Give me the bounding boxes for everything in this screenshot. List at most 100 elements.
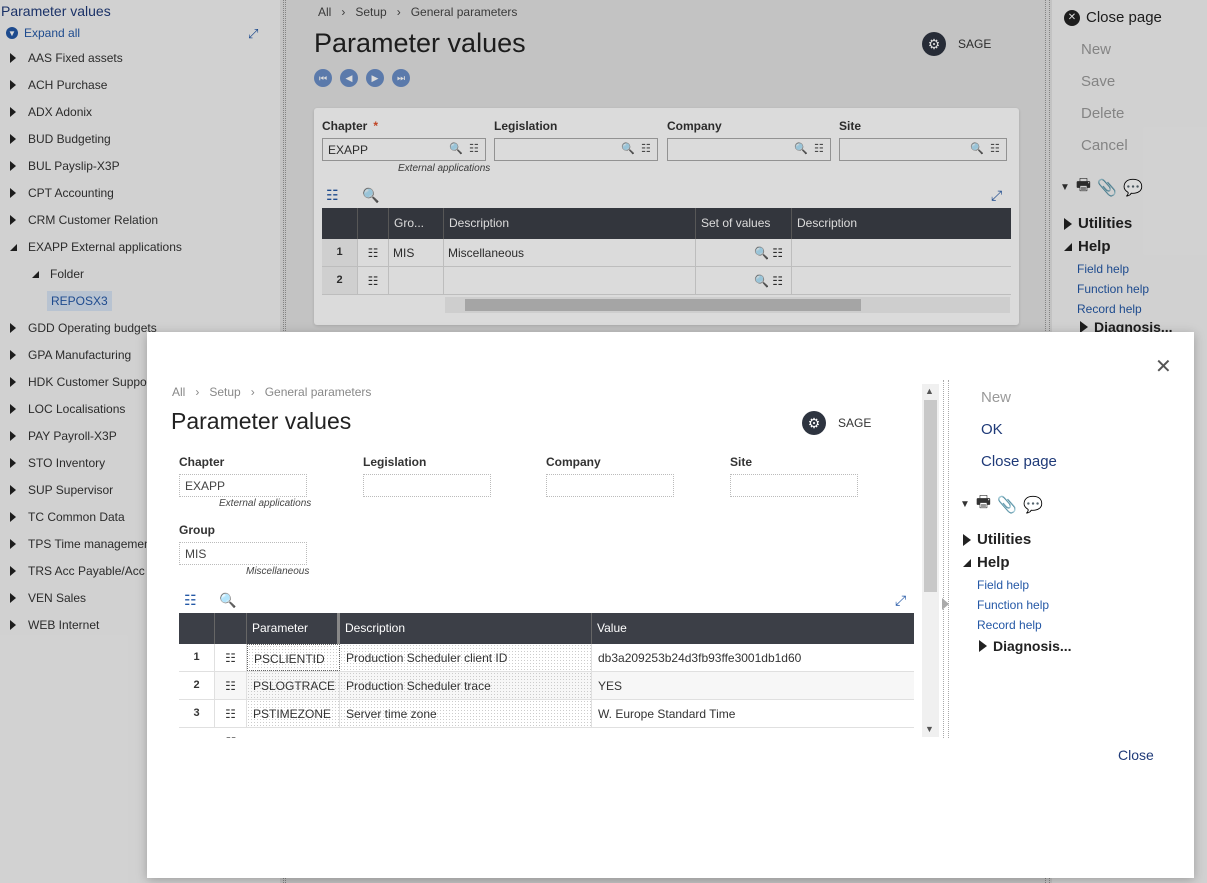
function-help-link[interactable]: Function help — [977, 598, 1049, 612]
scrollbar-thumb[interactable] — [465, 299, 861, 311]
row-detail-icon[interactable]: ☷ — [358, 239, 389, 266]
list-icon[interactable]: ☷ — [990, 142, 1000, 155]
utilities-section[interactable]: Utilities — [963, 531, 1031, 548]
tree-item[interactable]: ACH Purchase — [0, 75, 107, 95]
collapse-arrow-icon[interactable] — [942, 598, 949, 610]
field-help-link[interactable]: Field help — [1077, 262, 1129, 276]
breadcrumb-item[interactable]: Setup — [209, 385, 240, 399]
legislation-field[interactable]: 🔍 ☷ — [494, 138, 658, 161]
breadcrumb-item[interactable]: All — [172, 385, 185, 399]
tree-item[interactable]: BUL Payslip-X3P — [0, 156, 120, 176]
table-options-icon[interactable]: ☷ — [184, 592, 197, 609]
tree-item[interactable]: Folder — [0, 264, 84, 284]
grid-header-cell[interactable]: Description — [444, 208, 696, 239]
tree-item[interactable]: WEB Internet — [0, 615, 99, 635]
help-section[interactable]: Help — [963, 554, 1010, 571]
group-cell[interactable]: MIS — [389, 239, 444, 266]
set-of-values-cell[interactable]: 🔍 ☷ — [696, 239, 792, 266]
maximize-icon[interactable]: ⤢ — [895, 592, 906, 609]
table-options-icon[interactable]: ☷ — [326, 187, 339, 204]
field-help-link[interactable]: Field help — [977, 578, 1029, 592]
attachment-icon[interactable]: 📎 — [1097, 178, 1117, 198]
record-help-link[interactable]: Record help — [1077, 302, 1142, 316]
breadcrumb-item[interactable]: Setup — [355, 5, 386, 19]
set-of-values-cell[interactable]: 🔍 ☷ — [696, 267, 792, 294]
scrollbar-thumb[interactable] — [924, 400, 937, 592]
tree-item[interactable]: PAY Payroll-X3P — [0, 426, 117, 446]
parameter-cell[interactable]: PSTIMEZONE — [247, 700, 340, 727]
tree-item[interactable]: GPA Manufacturing — [0, 345, 131, 365]
diagnosis-section[interactable]: Diagnosis... — [979, 638, 1072, 654]
last-record-icon[interactable]: ⏭ — [392, 69, 410, 87]
grid-header-cell[interactable]: Gro... — [389, 208, 444, 239]
tree-item[interactable]: SUP Supervisor — [0, 480, 113, 500]
description-cell[interactable]: Production Scheduler client ID — [340, 644, 592, 671]
parameter-cell[interactable]: PSLOGTRACE — [247, 672, 340, 699]
group-cell[interactable] — [389, 267, 444, 294]
description-cell[interactable]: Production Scheduler trace — [340, 672, 592, 699]
function-help-link[interactable]: Function help — [1077, 282, 1149, 296]
maximize-icon[interactable]: ⤢ — [248, 26, 258, 42]
tree-item[interactable]: CPT Accounting — [0, 183, 114, 203]
row-detail-icon[interactable]: ☷ — [215, 672, 247, 699]
tree-item[interactable]: VEN Sales — [0, 588, 86, 608]
record-help-link[interactable]: Record help — [977, 618, 1042, 632]
tree-item[interactable]: LOC Localisations — [0, 399, 125, 419]
search-icon[interactable]: 🔍 — [970, 142, 984, 155]
previous-record-icon[interactable]: ◀ — [340, 69, 358, 87]
first-record-icon[interactable]: ⏮ — [314, 69, 332, 87]
grid-header-cell[interactable]: Description — [340, 613, 592, 644]
tree-item[interactable]: ADX Adonix — [0, 102, 92, 122]
search-icon[interactable]: 🔍 — [362, 187, 379, 204]
panel-splitter[interactable] — [942, 380, 949, 738]
search-icon[interactable]: 🔍 — [219, 592, 236, 609]
description2-cell[interactable] — [792, 267, 1011, 294]
row-detail-icon[interactable]: ☷ — [215, 728, 247, 738]
utilities-section[interactable]: Utilities — [1064, 215, 1132, 232]
vertical-scrollbar[interactable]: ▲ ▼ — [922, 384, 939, 737]
scroll-down-icon[interactable]: ▼ — [925, 724, 934, 734]
ok-button[interactable]: OK — [981, 421, 1003, 438]
tree-item[interactable]: HDK Customer Support — [0, 372, 154, 392]
print-icon[interactable]: 🖶 — [976, 491, 991, 518]
company-field[interactable]: 🔍 ☷ — [667, 138, 831, 161]
tree-item[interactable]: TPS Time management — [0, 534, 154, 554]
list-icon[interactable]: ☷ — [814, 142, 824, 155]
maximize-icon[interactable]: ⤢ — [991, 187, 1002, 204]
breadcrumb-item[interactable]: General parameters — [411, 5, 518, 19]
tree-item[interactable]: BUD Budgeting — [0, 129, 111, 149]
site-field[interactable]: 🔍 ☷ — [839, 138, 1007, 161]
row-detail-icon[interactable]: ☷ — [215, 700, 247, 727]
grid-header-cell[interactable]: Value — [592, 613, 914, 644]
value-cell[interactable]: YES — [592, 672, 914, 699]
close-page-button[interactable]: ✕ Close page — [1064, 9, 1162, 26]
table-row[interactable]: 2 ☷ PSLOGTRACE Production Scheduler trac… — [179, 672, 914, 700]
table-row[interactable]: ☷ — [179, 728, 914, 738]
next-record-icon[interactable]: ▶ — [366, 69, 384, 87]
close-icon[interactable]: ✕ — [1155, 354, 1172, 379]
grid-header-cell[interactable]: Description — [792, 208, 1011, 239]
row-detail-icon[interactable]: ☷ — [215, 644, 247, 671]
scroll-up-icon[interactable]: ▲ — [925, 386, 934, 396]
tree-item[interactable]: TC Common Data — [0, 507, 125, 527]
tree-item-selected[interactable]: REPOSX3 — [47, 291, 112, 311]
save-button[interactable]: Save — [1081, 73, 1115, 90]
caret-down-icon[interactable]: ▼ — [1060, 182, 1070, 193]
comment-icon[interactable]: 💬 — [1023, 495, 1043, 515]
search-icon[interactable]: 🔍 — [794, 142, 808, 155]
table-row[interactable]: 1 ☷ PSCLIENTID Production Scheduler clie… — [179, 644, 914, 672]
print-icon[interactable]: 🖶 — [1076, 174, 1091, 201]
row-detail-icon[interactable]: ☷ — [358, 267, 389, 294]
tree-item[interactable]: CRM Customer Relation — [0, 210, 158, 230]
cancel-button[interactable]: Cancel — [1081, 137, 1128, 154]
tree-item[interactable]: EXAPP External applications — [0, 237, 182, 257]
caret-down-icon[interactable]: ▼ — [960, 499, 970, 510]
value-cell[interactable]: db3a209253b24d3fb93ffe3001db1d60 — [592, 644, 914, 671]
grid-header-cell[interactable]: Parameter — [247, 613, 340, 644]
breadcrumb-item[interactable]: All — [318, 5, 331, 19]
list-icon[interactable]: ☷ — [469, 142, 479, 155]
close-page-button[interactable]: Close page — [981, 453, 1057, 470]
tree-item[interactable]: GDD Operating budgets — [0, 318, 157, 338]
description-cell[interactable]: Server time zone — [340, 700, 592, 727]
description-cell[interactable]: Miscellaneous — [444, 239, 696, 266]
